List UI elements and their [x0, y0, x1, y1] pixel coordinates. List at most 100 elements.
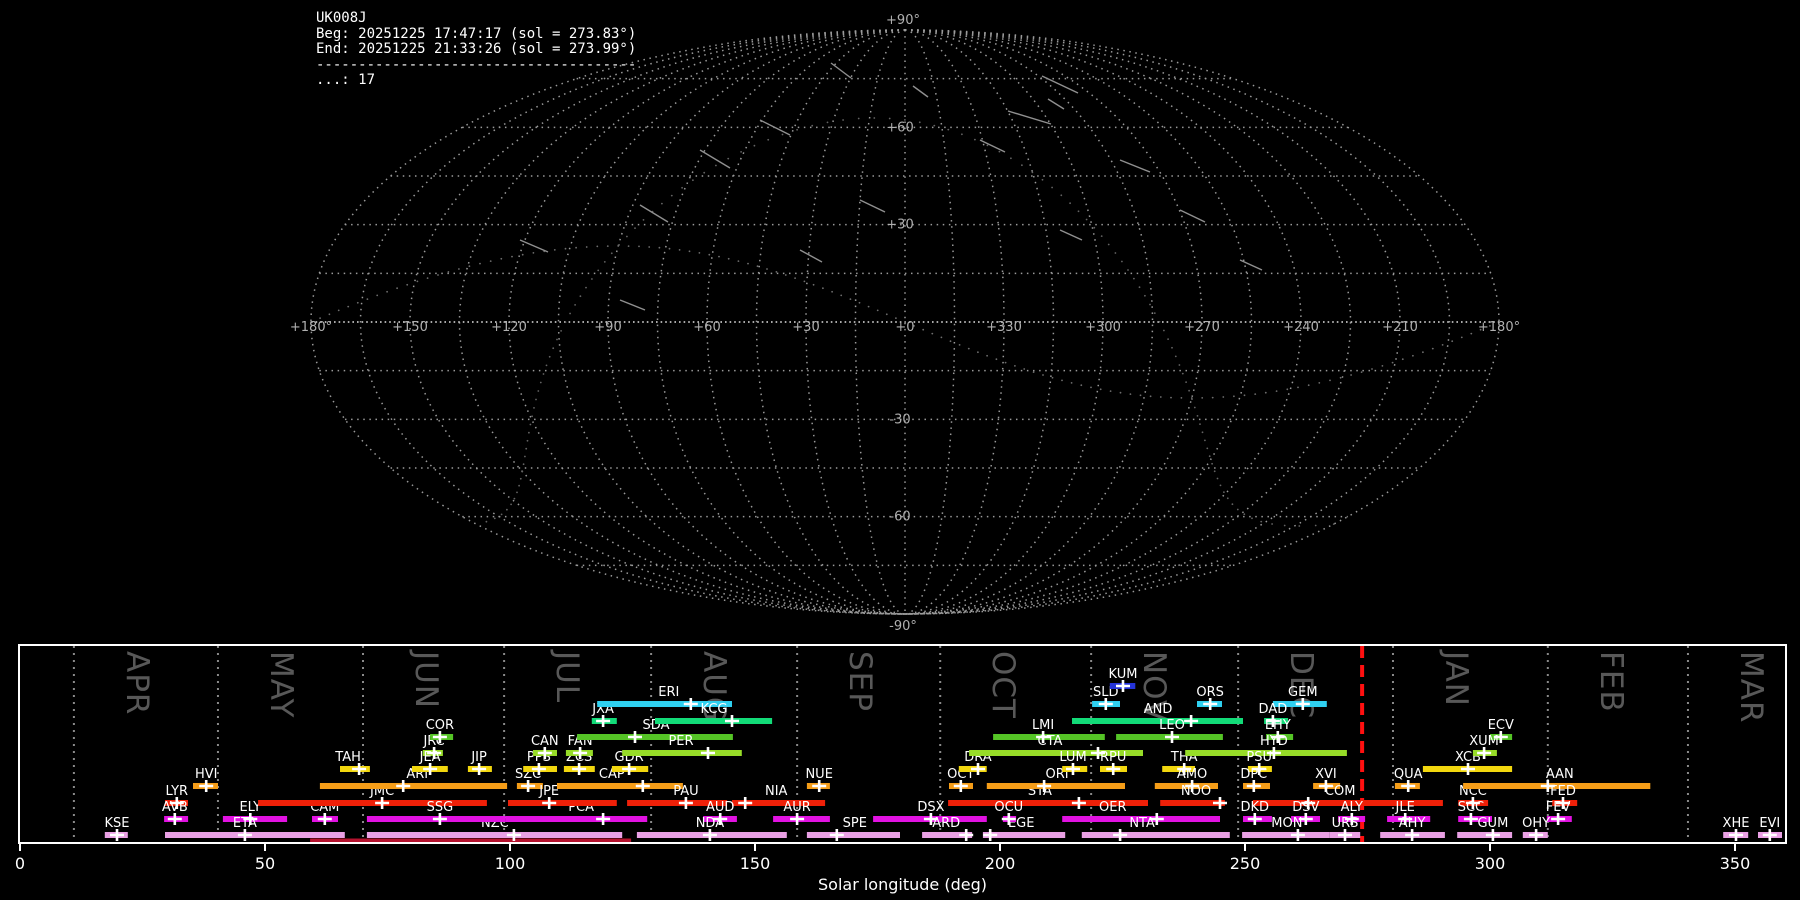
lon-label: +30 [792, 320, 819, 335]
peak-cross [683, 698, 698, 710]
shower-code-label: JIP [470, 750, 487, 765]
shower-code-label: HVI [195, 767, 218, 782]
separator-line: -------------------------------------- [316, 56, 637, 73]
activity-bar [655, 718, 773, 724]
peak-cross [596, 813, 611, 825]
activity-bar [1242, 832, 1330, 838]
meteor-trail [1119, 159, 1151, 173]
shower-code-label: DSV [1292, 800, 1319, 815]
shower-code-label: DPC [1240, 767, 1267, 782]
shower-code-label: JLE [1395, 800, 1415, 815]
lon-label: +180° [290, 320, 332, 335]
shower-XHE: XHE [1723, 816, 1749, 841]
meteor-trail [1179, 209, 1206, 223]
activity-bar [319, 783, 508, 789]
x-tick-label: 100 [495, 854, 526, 873]
meteor-trail [519, 239, 549, 253]
activity-bar [1081, 832, 1230, 838]
shower-QUA: QUA [1394, 767, 1423, 792]
activity-bar [505, 816, 648, 822]
shower-EVI: EVI [1758, 816, 1782, 841]
meteor-trail [699, 149, 731, 169]
showers: KSELYRAVBHVIELYETACAMJMCTAHNZCSSG PCAARIJ… [105, 667, 1782, 844]
shower-code-label: PAU [673, 784, 698, 799]
shower-code-label: HYD [1260, 734, 1288, 749]
shower-ORS: ORS [1196, 685, 1224, 710]
meteor-trail [1239, 259, 1263, 271]
activity-bar [557, 783, 683, 789]
shower-code-label: LUM [1059, 750, 1086, 765]
activity-bar [622, 750, 742, 756]
activity-bar [366, 832, 623, 838]
shower-code-label: GEM [1288, 685, 1318, 700]
shower-code-label: URS [1332, 816, 1359, 831]
meteor-trail [619, 299, 646, 311]
lon-label: +330 [986, 320, 1022, 335]
shower-code-label: AHY [1399, 816, 1426, 831]
shower-code-label: AAN [1546, 767, 1574, 782]
shower-EGE: EGE [982, 816, 1066, 841]
meteor-trail [1047, 98, 1065, 110]
shower-NUE: NUE [805, 767, 833, 792]
shower-KUM: KUM [1109, 667, 1137, 692]
header-block: UK008J Beg: 20251225 17:47:17 (sol = 273… [316, 10, 637, 89]
shower-code-label: AMO [1177, 767, 1207, 782]
shower-RPU: RPU [1100, 750, 1127, 775]
lon-label: +60 [693, 320, 720, 335]
shower-NDA: NDA [636, 816, 787, 841]
shower-code-label: LYR [166, 784, 189, 799]
activity-bar [1457, 832, 1513, 838]
x-tick-label: 200 [985, 854, 1016, 873]
shower-CAN: CAN [531, 734, 559, 759]
shower-code-label: ARD [932, 816, 960, 831]
peak-cross [1071, 797, 1086, 809]
x-axis: 0 50 100 150 200 250 300 350 Solar longitude (de… [15, 843, 1750, 894]
x-tick-label: 350 [1720, 854, 1751, 873]
shower-code-label: EVI [1759, 816, 1780, 831]
shower-code-label: XVI [1315, 767, 1337, 782]
month-label-JUN: JUN [408, 649, 444, 709]
month-label-SEP: SEP [842, 651, 878, 712]
shower-DKD: DKD [1241, 800, 1272, 825]
lon-label: +180° [1478, 320, 1520, 335]
peak-cross [738, 797, 753, 809]
lon-label: +120 [491, 320, 527, 335]
shower-code-label: NTA [1129, 816, 1155, 831]
month-label-MAR: MAR [1733, 651, 1769, 724]
pole-bottom-label: -90° [889, 619, 917, 634]
activity-bar [986, 783, 1125, 789]
lon-label: +300 [1085, 320, 1121, 335]
shower-code-label: CTA [1038, 734, 1063, 749]
lon-label: +90 [594, 320, 621, 335]
lat-label: -60 [889, 510, 910, 525]
shower-timeline-chart: APR MAY JUN JUL AUG SEP OCT NOV DEC JAN FEB MARKSEL… [15, 644, 1787, 894]
month-label-OCT: OCT [985, 651, 1021, 719]
peak-cross [628, 731, 642, 743]
activity-bar [508, 800, 617, 806]
lat-label: -30 [889, 412, 910, 427]
shower-code-label: LEO [1159, 718, 1185, 733]
month-label-FEB: FEB [1593, 651, 1629, 713]
peak-cross [701, 747, 715, 759]
begin-time-line: Beg: 20251225 17:47:17 (sol = 273.83°) [316, 25, 637, 42]
activity-bar [165, 832, 345, 838]
x-tick-label: 0 [15, 854, 25, 873]
meteor-trail [799, 249, 823, 263]
shower-TAH: TAH [334, 750, 370, 775]
peak-cross [983, 829, 998, 841]
shower-KSE: KSE [105, 816, 130, 841]
shower-code-label: OCU [994, 800, 1023, 815]
lon-label: +270 [1184, 320, 1220, 335]
meteor-trail [1059, 229, 1083, 241]
meteor-trail [859, 199, 886, 213]
shower-JIP: JIP [467, 750, 492, 775]
shower-code-label: LMI [1032, 718, 1054, 733]
shower-code-label: NOO [1181, 784, 1211, 799]
scene-canvas: +90° -90° +60 +30 -30 -60 +180° +150 +120 +90 +60 +… [15, 13, 1787, 894]
shower-code-label: AUR [783, 800, 810, 815]
peak-cross [1213, 797, 1227, 809]
shower-code-label: QUA [1394, 767, 1423, 782]
shower-code-label: XUM [1469, 734, 1499, 749]
x-tick-label: 300 [1475, 854, 1506, 873]
activity-bar [806, 832, 900, 838]
